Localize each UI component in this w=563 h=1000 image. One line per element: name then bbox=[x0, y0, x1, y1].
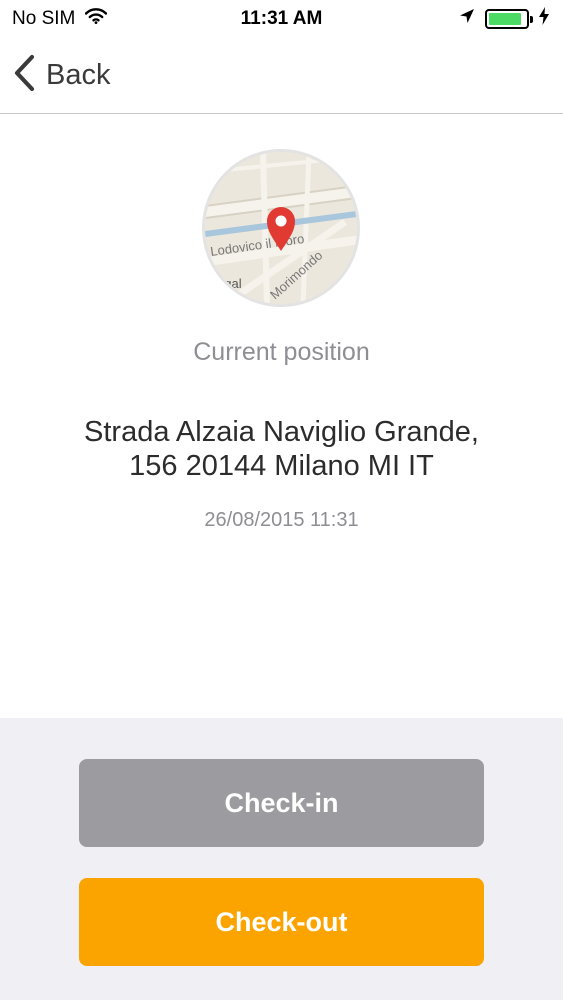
check-out-button[interactable]: Check-out bbox=[79, 878, 484, 966]
action-panel: Check-in Check-out bbox=[0, 718, 563, 1000]
address-line-2: 156 20144 Milano MI IT bbox=[129, 450, 434, 482]
check-in-button[interactable]: Check-in bbox=[79, 759, 484, 847]
carrier-label: No SIM bbox=[12, 8, 76, 29]
status-right bbox=[459, 7, 549, 31]
chevron-left-icon bbox=[12, 54, 36, 97]
back-label: Back bbox=[46, 59, 111, 91]
timestamp: 26/08/2015 11:31 bbox=[204, 509, 359, 531]
screen: No SIM 11:31 AM Back Lodovico il Moro Mo… bbox=[0, 0, 563, 1000]
map-thumbnail: Lodovico il Moro Morimondo egal bbox=[202, 149, 360, 307]
status-left: No SIM bbox=[12, 8, 108, 30]
charging-bolt-icon bbox=[539, 7, 549, 31]
address: Strada Alzaia Naviglio Grande, 156 20144… bbox=[40, 415, 523, 483]
map-street-label: egal bbox=[217, 276, 242, 291]
back-button[interactable]: Back bbox=[12, 54, 110, 97]
battery-fill bbox=[489, 13, 522, 25]
battery-icon bbox=[485, 9, 533, 29]
address-line-1: Strada Alzaia Naviglio Grande, bbox=[84, 416, 479, 448]
status-bar: No SIM 11:31 AM bbox=[0, 0, 563, 38]
wifi-icon bbox=[85, 8, 108, 30]
navigation-bar: Back bbox=[0, 38, 563, 114]
current-position-title: Current position bbox=[193, 338, 370, 366]
location-arrow-icon bbox=[459, 8, 475, 30]
